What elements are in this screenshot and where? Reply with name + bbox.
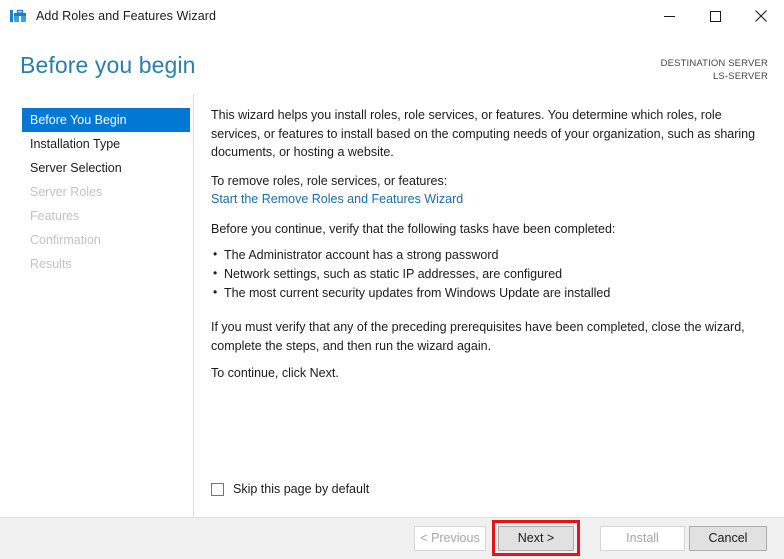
sidebar-item-label: Features bbox=[30, 209, 80, 223]
body-area: Before You Begin Installation Type Serve… bbox=[0, 94, 784, 517]
wizard-footer: < Previous Next > Install Cancel bbox=[0, 517, 784, 559]
wizard-step-sidebar: Before You Begin Installation Type Serve… bbox=[0, 94, 194, 517]
page-header: Before you begin DESTINATION SERVER LS-S… bbox=[0, 32, 784, 94]
sidebar-item-server-roles: Server Roles bbox=[22, 180, 190, 204]
sidebar-item-label: Confirmation bbox=[30, 233, 101, 247]
sidebar-item-label: Installation Type bbox=[30, 137, 121, 151]
skip-this-page-label: Skip this page by default bbox=[233, 482, 370, 496]
intro-paragraph: This wizard helps you install roles, rol… bbox=[211, 108, 756, 159]
list-item: Network settings, such as static IP addr… bbox=[211, 264, 610, 284]
verify-note-paragraph: If you must verify that any of the prece… bbox=[211, 320, 745, 353]
list-item: The Administrator account has a strong p… bbox=[211, 245, 610, 265]
title-bar: Add Roles and Features Wizard bbox=[0, 0, 784, 32]
add-roles-and-features-wizard-window: Add Roles and Features Wizard Before you… bbox=[0, 0, 784, 559]
sidebar-item-label: Server Selection bbox=[30, 161, 122, 175]
remove-wizard-link-row: Start the Remove Roles and Features Wiza… bbox=[211, 190, 763, 209]
prerequisite-task-list: The Administrator account has a strong p… bbox=[211, 245, 610, 303]
sidebar-item-installation-type[interactable]: Installation Type bbox=[22, 132, 190, 156]
continue-note: To continue, click Next. bbox=[211, 366, 339, 380]
page-title: Before you begin bbox=[20, 52, 196, 78]
maximize-icon bbox=[709, 10, 721, 22]
sidebar-item-label: Before You Begin bbox=[30, 113, 127, 127]
list-item: The most current security updates from W… bbox=[211, 283, 610, 303]
window-title: Add Roles and Features Wizard bbox=[36, 9, 217, 23]
sidebar-item-confirmation: Confirmation bbox=[22, 228, 190, 252]
destination-server-label: DESTINATION SERVER bbox=[660, 58, 768, 69]
wizard-content-pane: This wizard helps you install roles, rol… bbox=[194, 94, 784, 517]
window-controls bbox=[646, 0, 784, 32]
skip-this-page-checkbox[interactable] bbox=[211, 482, 224, 496]
sidebar-item-server-selection[interactable]: Server Selection bbox=[22, 156, 190, 180]
install-button: Install bbox=[600, 526, 685, 551]
sidebar-item-results: Results bbox=[22, 252, 190, 276]
sidebar-item-label: Results bbox=[30, 257, 72, 271]
next-button[interactable]: Next > bbox=[498, 526, 574, 551]
remove-prompt: To remove roles, role services, or featu… bbox=[211, 174, 448, 188]
sidebar-item-features: Features bbox=[22, 204, 190, 228]
wizard-toolbox-icon bbox=[10, 9, 26, 22]
verify-prompt: Before you continue, verify that the fol… bbox=[211, 222, 616, 236]
cancel-button[interactable]: Cancel bbox=[689, 526, 767, 551]
sidebar-item-label: Server Roles bbox=[30, 185, 103, 199]
start-remove-roles-and-features-wizard-link[interactable]: Start the Remove Roles and Features Wiza… bbox=[211, 192, 463, 206]
minimize-button[interactable] bbox=[646, 0, 692, 32]
destination-server-name: LS-SERVER bbox=[712, 71, 768, 82]
sidebar-item-before-you-begin[interactable]: Before You Begin bbox=[22, 108, 190, 132]
minimize-icon bbox=[663, 15, 675, 17]
close-button[interactable] bbox=[738, 0, 784, 32]
close-icon bbox=[755, 10, 767, 22]
previous-button: < Previous bbox=[414, 526, 486, 551]
skip-this-page-row[interactable]: Skip this page by default bbox=[211, 482, 369, 496]
maximize-button[interactable] bbox=[692, 0, 738, 32]
destination-server-block: DESTINATION SERVER LS-SERVER bbox=[661, 57, 768, 83]
